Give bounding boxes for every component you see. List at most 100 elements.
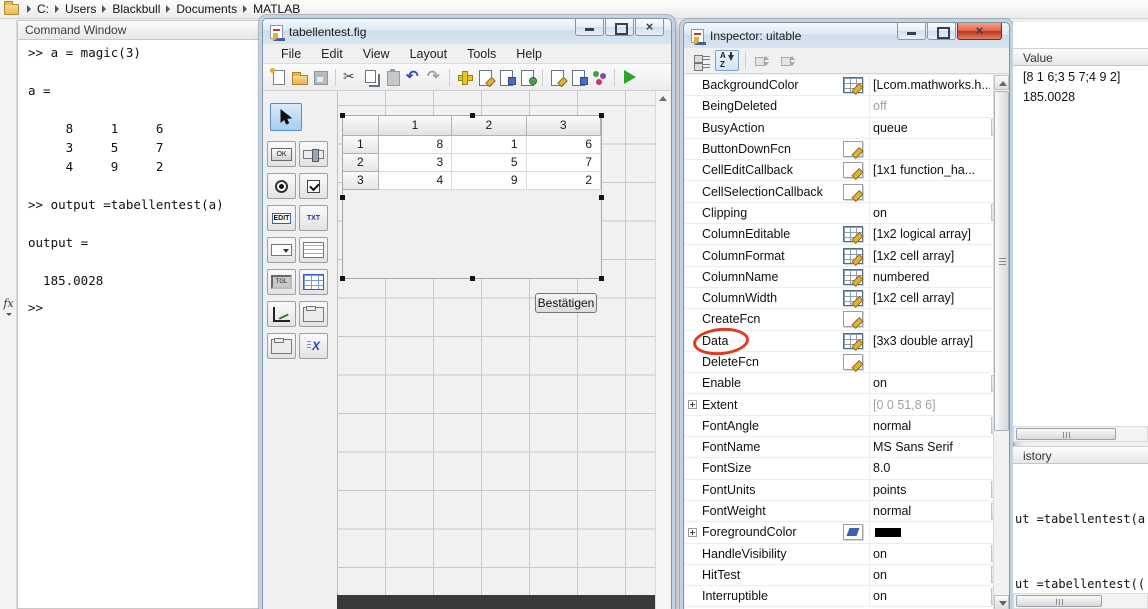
callback-edit-icon[interactable]: [843, 354, 863, 370]
history-item[interactable]: ut =tabellentest((: [1015, 574, 1148, 596]
cut-icon[interactable]: [341, 68, 360, 86]
table-cell[interactable]: 6: [527, 136, 601, 154]
table-cell[interactable]: 1: [452, 136, 526, 154]
maximize-button[interactable]: [605, 19, 634, 36]
grid-edit-icon[interactable]: [843, 77, 863, 93]
canvas-vertical-scrollbar[interactable]: [655, 91, 669, 609]
figure-titlebar[interactable]: tabellentest.fig: [263, 19, 671, 44]
object-browser-icon[interactable]: [590, 68, 609, 86]
property-value[interactable]: 8.0: [869, 458, 990, 478]
listbox-tool[interactable]: [299, 237, 328, 263]
workspace-value-column-header[interactable]: Value: [1013, 48, 1148, 66]
callback-edit-icon[interactable]: [843, 162, 863, 178]
grid-edit-icon[interactable]: [843, 226, 863, 242]
selection-handle[interactable]: [599, 276, 604, 281]
run-icon[interactable]: [620, 68, 639, 86]
menu-layout[interactable]: Layout: [400, 46, 458, 62]
expand-icon[interactable]: [688, 400, 697, 409]
callback-edit-icon[interactable]: [843, 141, 863, 157]
property-value[interactable]: normal: [869, 416, 990, 436]
history-horizontal-scrollbar[interactable]: [1013, 593, 1148, 609]
maximize-button[interactable]: [927, 23, 956, 40]
scroll-down-icon[interactable]: [994, 595, 1009, 609]
grid-edit-icon[interactable]: [843, 290, 863, 306]
selection-handle[interactable]: [470, 276, 475, 281]
select-tool-button[interactable]: [270, 103, 302, 131]
menu-view[interactable]: View: [353, 46, 400, 62]
menu-help[interactable]: Help: [506, 46, 552, 62]
menu-tools[interactable]: Tools: [457, 46, 506, 62]
uitable-component[interactable]: 1 2 3 1 8 1 6 2 3 5 7: [342, 115, 602, 279]
history-item[interactable]: ut =tabellentest(a: [1015, 509, 1148, 531]
confirm-button[interactable]: Bestätigen: [535, 293, 597, 313]
property-value[interactable]: on: [869, 373, 990, 393]
command-prompt[interactable]: >>: [28, 300, 43, 315]
color-swatch[interactable]: [875, 528, 901, 537]
scrollbar-thumb[interactable]: [1016, 595, 1102, 607]
table-tool[interactable]: [299, 269, 328, 295]
selection-handle[interactable]: [599, 113, 604, 118]
selection-handle[interactable]: [599, 195, 604, 200]
selection-handle[interactable]: [340, 276, 345, 281]
property-value[interactable]: [869, 139, 990, 159]
axes-tool[interactable]: [267, 301, 296, 327]
tab-order-editor-icon[interactable]: [497, 68, 516, 86]
edit-text-tool[interactable]: EDIT: [267, 205, 296, 231]
property-value[interactable]: [3x3 double array]: [869, 331, 990, 351]
breadcrumb-item-drive[interactable]: C:: [33, 2, 53, 16]
inspector-titlebar[interactable]: Inspector: uitable: [684, 23, 1009, 48]
collapse-all-icon[interactable]: [776, 50, 800, 71]
property-inspector-icon[interactable]: [569, 68, 588, 86]
property-value[interactable]: points: [869, 480, 990, 500]
close-button[interactable]: [635, 19, 664, 36]
scroll-up-icon[interactable]: [659, 96, 667, 101]
button-group-tool[interactable]: [267, 333, 296, 359]
folder-icon[interactable]: [4, 4, 19, 15]
align-objects-icon[interactable]: [455, 68, 474, 86]
redo-icon[interactable]: [425, 68, 444, 86]
property-value[interactable]: [1x2 cell array]: [869, 288, 990, 308]
panel-tool[interactable]: [299, 301, 328, 327]
category-view-icon[interactable]: [689, 50, 713, 71]
property-value[interactable]: [1x2 logical array]: [869, 224, 990, 244]
table-cell[interactable]: 2: [527, 172, 601, 190]
grid-edit-icon[interactable]: [843, 248, 863, 264]
toggle-button-tool[interactable]: TGL: [267, 269, 296, 295]
close-button[interactable]: [957, 23, 1002, 40]
property-value[interactable]: normal: [869, 501, 990, 521]
push-button-tool[interactable]: OK: [267, 141, 296, 167]
workspace-horizontal-scrollbar[interactable]: [1013, 426, 1148, 442]
breadcrumb-item-user[interactable]: Blackbull: [108, 2, 164, 16]
table-cell[interactable]: 8: [379, 136, 452, 154]
table-corner-cell[interactable]: [343, 116, 379, 136]
table-col-header[interactable]: 1: [379, 116, 452, 136]
breadcrumb-item-users[interactable]: Users: [61, 2, 100, 16]
selection-handle[interactable]: [340, 195, 345, 200]
property-value[interactable]: queue: [869, 118, 990, 138]
table-row-header[interactable]: 1: [343, 136, 379, 154]
minimize-button[interactable]: [897, 23, 926, 40]
expand-all-icon[interactable]: [750, 50, 774, 71]
new-file-icon[interactable]: [269, 68, 288, 86]
activex-tool[interactable]: X: [299, 333, 328, 359]
property-value[interactable]: [869, 352, 990, 372]
scrollbar-thumb[interactable]: [1016, 428, 1116, 440]
property-value[interactable]: on: [869, 544, 990, 564]
property-value[interactable]: [869, 522, 990, 542]
popup-menu-tool[interactable]: [267, 237, 296, 263]
property-value[interactable]: [Lcom.mathworks.h...: [869, 75, 990, 95]
property-value[interactable]: MS Sans Serif: [869, 437, 990, 457]
workspace-value-row[interactable]: 185.0028: [1023, 90, 1148, 110]
radio-button-tool[interactable]: [267, 173, 296, 199]
breadcrumb-item-matlab[interactable]: MATLAB: [249, 2, 304, 16]
color-picker-icon[interactable]: [843, 524, 863, 540]
table-cell[interactable]: 5: [452, 154, 526, 172]
slider-tool[interactable]: [299, 141, 328, 167]
property-value[interactable]: [1x1 function_ha...: [869, 160, 990, 180]
property-value[interactable]: [869, 309, 990, 329]
selection-handle[interactable]: [470, 113, 475, 118]
grid-edit-icon[interactable]: [843, 269, 863, 285]
copy-icon[interactable]: [362, 68, 381, 86]
callback-edit-icon[interactable]: [843, 311, 863, 327]
menu-editor-icon[interactable]: [476, 68, 495, 86]
